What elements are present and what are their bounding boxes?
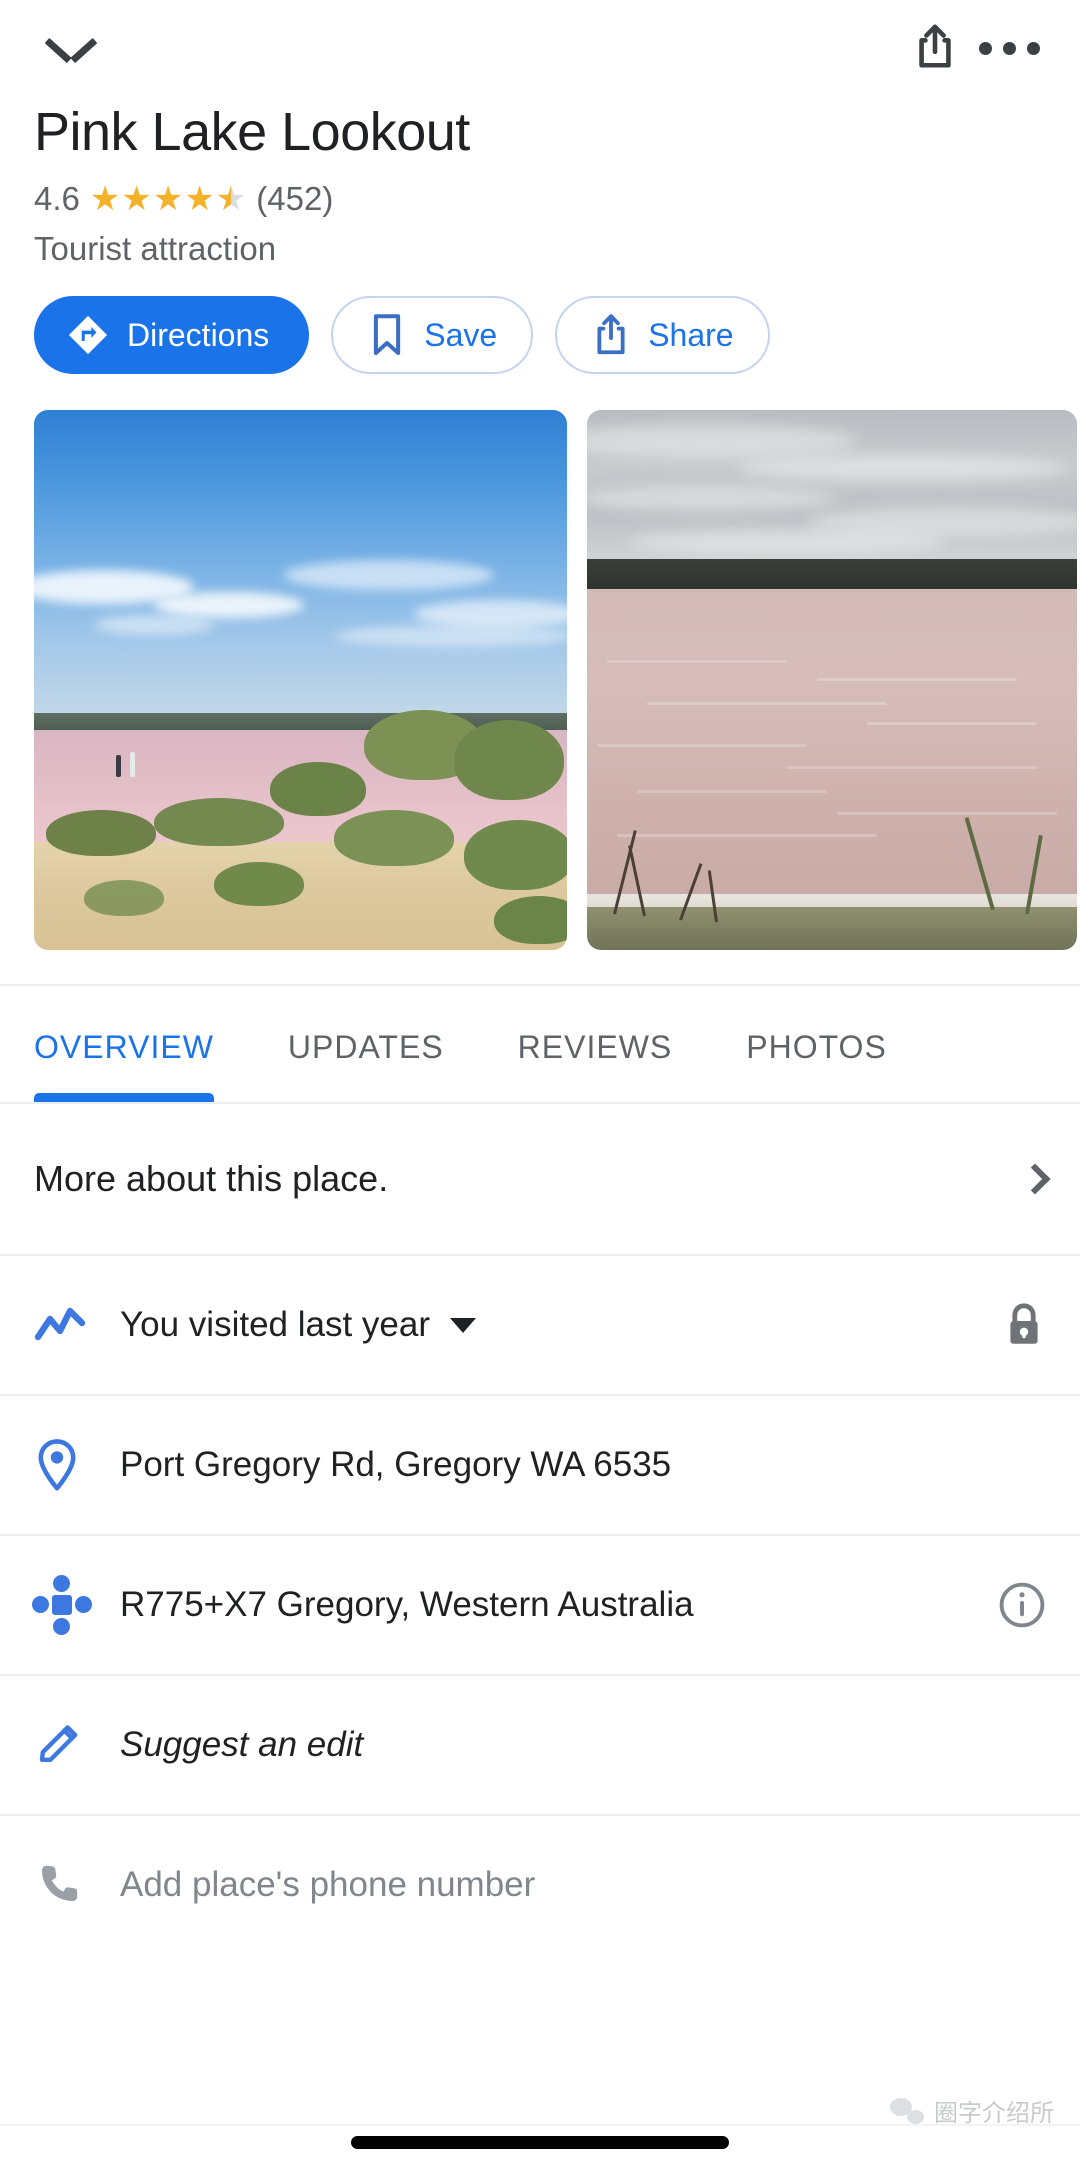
add-phone-row[interactable]: Add place's phone number — [0, 1816, 1080, 1954]
address-row-label: Port Gregory Rd, Gregory WA 6535 — [120, 1445, 672, 1485]
plus-code-row-icon — [32, 1575, 120, 1636]
star-rating: ★ ★ ★ ★ ★ — [90, 182, 246, 216]
plus-code-row-label: R775+X7 Gregory, Western Australia — [120, 1585, 694, 1625]
more-options-icon — [978, 41, 1040, 55]
tab-reviews[interactable]: REVIEWS — [518, 1029, 673, 1102]
tab-overview-label: OVERVIEW — [34, 1029, 214, 1066]
share-icon — [919, 24, 951, 68]
map-pin-icon — [38, 1439, 76, 1491]
photo-ridge — [587, 558, 1077, 592]
rating-value: 4.6 — [34, 180, 80, 218]
suggest-edit-row-label: Suggest an edit — [120, 1725, 364, 1765]
bookmark-icon — [367, 312, 407, 358]
directions-icon — [66, 313, 110, 357]
home-indicator[interactable] — [351, 2136, 729, 2149]
rating-row[interactable]: 4.6 ★ ★ ★ ★ ★ (452) — [34, 180, 1046, 218]
tab-list: OVERVIEW UPDATES REVIEWS PHOTOS — [0, 1029, 887, 1103]
photo-foreground — [587, 907, 1077, 951]
tab-active-underline — [34, 1093, 214, 1103]
chevron-right-icon — [1019, 1163, 1051, 1196]
tab-updates-label: UPDATES — [287, 1029, 444, 1066]
timeline-icon — [34, 1308, 86, 1341]
more-options-button[interactable] — [972, 11, 1046, 85]
add-phone-row-icon — [34, 1859, 120, 1911]
star-icon: ★ — [121, 180, 152, 219]
pink-lake-overcast-photo[interactable] — [587, 410, 1077, 951]
action-buttons: Directions Save Share — [0, 296, 1080, 375]
address-row[interactable]: Port Gregory Rd, Gregory WA 6535 — [0, 1396, 1080, 1534]
visited-row-icon — [34, 1305, 120, 1345]
phone-icon — [42, 1866, 78, 1902]
visited-row[interactable]: You visited last year — [0, 1256, 1080, 1394]
tab-overview[interactable]: OVERVIEW — [34, 1029, 214, 1103]
more-about-place-row[interactable]: More about this place. — [0, 1104, 1080, 1254]
home-indicator-area — [0, 2124, 1080, 2176]
pink-lake-beach-photo[interactable] — [34, 410, 567, 951]
page-title: Pink Lake Lookout — [34, 102, 470, 162]
tab-photos[interactable]: PHOTOS — [746, 1029, 887, 1102]
directions-label: Directions — [127, 316, 270, 353]
add-phone-row-label: Add place's phone number — [120, 1865, 536, 1905]
review-count: (452) — [256, 180, 334, 218]
suggest-edit-row-icon — [34, 1719, 120, 1771]
directions-button[interactable]: Directions — [34, 296, 310, 375]
tab-updates[interactable]: UPDATES — [288, 1029, 444, 1102]
suggest-edit-row[interactable]: Suggest an edit — [0, 1676, 1080, 1814]
collapse-sheet-button[interactable] — [34, 11, 108, 85]
tab-reviews-label: REVIEWS — [517, 1029, 673, 1066]
info-icon — [999, 1583, 1045, 1628]
star-icon: ★ — [184, 180, 215, 219]
tab-bar: OVERVIEW UPDATES REVIEWS PHOTOS — [0, 984, 1080, 1103]
address-row-icon — [34, 1437, 120, 1493]
chevron-down-icon[interactable] — [450, 1317, 476, 1333]
more-about-place-label: More about this place. — [34, 1158, 389, 1200]
visited-row-trailing[interactable] — [986, 1301, 1046, 1349]
photo-carousel[interactable] — [0, 410, 1080, 951]
chevron-down-icon — [48, 35, 94, 61]
lock-icon — [1010, 1303, 1038, 1345]
pencil-icon — [39, 1725, 78, 1763]
wechat-icon — [890, 2097, 924, 2124]
title-block: Pink Lake Lookout 4.6 ★ ★ ★ ★ ★ (452) To… — [0, 102, 1080, 268]
tab-photos-label: PHOTOS — [746, 1029, 887, 1066]
visited-row-text: You visited last year — [120, 1305, 986, 1345]
share-label: Share — [648, 316, 734, 353]
watermark-text: 圈字介绍所 — [934, 2099, 1054, 2127]
place-details-screen: Pink Lake Lookout 4.6 ★ ★ ★ ★ ★ (452) To… — [0, 0, 1080, 2176]
save-label: Save — [424, 316, 498, 353]
plus-code-icon — [32, 1575, 92, 1636]
share-button-top[interactable] — [898, 11, 972, 85]
place-category: Tourist attraction — [34, 230, 277, 268]
more-about-trailing — [986, 1163, 1051, 1196]
share-icon — [591, 312, 631, 358]
star-half-icon: ★ — [216, 182, 246, 216]
plus-code-row-trailing[interactable] — [986, 1581, 1046, 1629]
top-bar — [0, 0, 1080, 96]
share-button[interactable]: Share — [555, 296, 770, 375]
plus-code-row[interactable]: R775+X7 Gregory, Western Australia — [0, 1536, 1080, 1674]
watermark: 圈字介绍所 — [890, 2093, 1054, 2128]
save-button[interactable]: Save — [331, 296, 534, 375]
star-icon: ★ — [89, 180, 121, 219]
star-icon: ★ — [152, 180, 184, 219]
visited-row-label: You visited last year — [120, 1305, 430, 1345]
